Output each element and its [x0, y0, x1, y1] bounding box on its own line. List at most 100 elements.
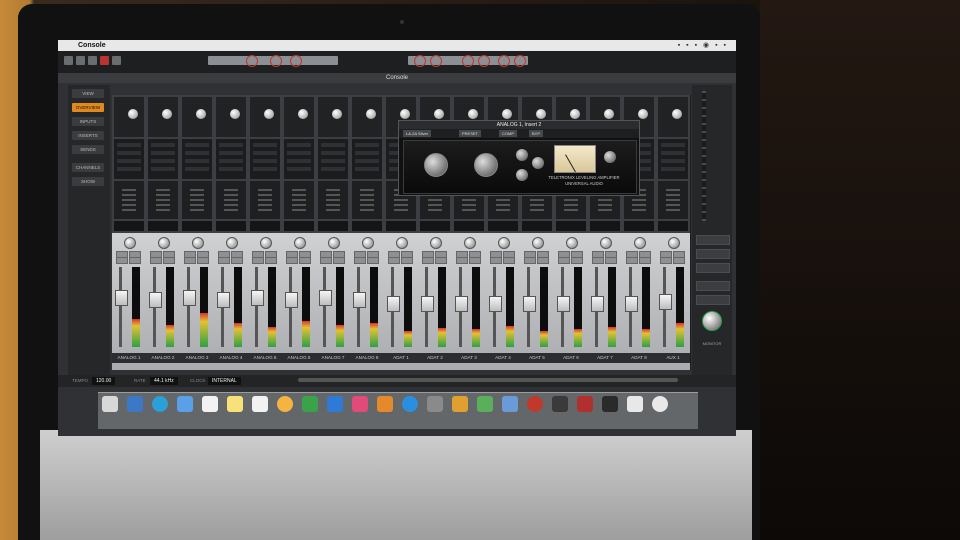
channel-fader[interactable]: [217, 292, 230, 308]
record-icon[interactable]: [478, 55, 490, 67]
channels-button[interactable]: CHANNELS: [72, 163, 104, 172]
monitor-select-button[interactable]: [696, 281, 730, 291]
record-icon[interactable]: [290, 55, 302, 67]
mute-button[interactable]: [696, 263, 730, 273]
record-arm-button[interactable]: [150, 257, 162, 264]
inserts-button[interactable]: INSERTS: [72, 131, 104, 140]
channel-fader[interactable]: [591, 296, 604, 312]
pan-knob[interactable]: [328, 237, 340, 249]
plugin-bypass-button[interactable]: BYP: [529, 130, 544, 137]
record-arm-button[interactable]: [184, 257, 196, 264]
insert-slot[interactable]: [185, 159, 209, 163]
insert-slot[interactable]: [185, 167, 209, 171]
channel-name[interactable]: ANALOG 2: [146, 353, 180, 363]
maps-icon[interactable]: [477, 396, 493, 412]
record-arm-button[interactable]: [558, 257, 570, 264]
toolbar-icon[interactable]: [64, 56, 73, 65]
game-icon[interactable]: [452, 396, 468, 412]
channel-fader[interactable]: [489, 296, 502, 312]
channel-name[interactable]: ANALOG 4: [214, 353, 248, 363]
insert-slot[interactable]: [253, 167, 277, 171]
record-arm-button[interactable]: [286, 257, 298, 264]
preamp-gain-knob[interactable]: [196, 109, 206, 119]
channel-name[interactable]: AUX 1: [656, 353, 690, 363]
insert-slot[interactable]: [355, 151, 379, 155]
insert-slot[interactable]: [117, 151, 141, 155]
rx-icon[interactable]: [577, 396, 593, 412]
link-button[interactable]: [299, 257, 311, 264]
notes-icon[interactable]: [227, 396, 243, 412]
pan-knob[interactable]: [226, 237, 238, 249]
insert-slot[interactable]: [151, 167, 175, 171]
overview-button[interactable]: OVERVIEW: [72, 103, 104, 112]
insert-slot[interactable]: [253, 151, 277, 155]
insert-slot[interactable]: [355, 143, 379, 147]
link-button[interactable]: [197, 257, 209, 264]
preamp-gain-knob[interactable]: [366, 109, 376, 119]
insert-slot[interactable]: [355, 167, 379, 171]
toolbar-icon[interactable]: [88, 56, 97, 65]
app-store-icon[interactable]: [402, 396, 418, 412]
pan-knob[interactable]: [396, 237, 408, 249]
record-icon[interactable]: [430, 55, 442, 67]
preamp-gain-knob[interactable]: [638, 109, 648, 119]
channel-name[interactable]: ANALOG 8: [350, 353, 384, 363]
itunes-icon[interactable]: [352, 396, 368, 412]
record-arm-button[interactable]: [524, 257, 536, 264]
preamp-gain-knob[interactable]: [502, 109, 512, 119]
record-icon[interactable]: [498, 55, 510, 67]
send-controls[interactable]: [156, 189, 170, 211]
preamp-gain-knob[interactable]: [434, 109, 444, 119]
record-arm-button[interactable]: [660, 257, 672, 264]
send-controls[interactable]: [666, 189, 680, 211]
record-arm-button[interactable]: [116, 257, 128, 264]
record-arm-button[interactable]: [490, 257, 502, 264]
pan-knob[interactable]: [600, 237, 612, 249]
calendar-icon[interactable]: [202, 396, 218, 412]
channel-fader[interactable]: [353, 292, 366, 308]
channel-fader[interactable]: [625, 296, 638, 312]
channel-name[interactable]: ANALOG 1: [112, 353, 146, 363]
insert-slot[interactable]: [321, 151, 345, 155]
record-arm-button[interactable]: [626, 257, 638, 264]
insert-slot[interactable]: [661, 167, 685, 171]
record-arm-button[interactable]: [456, 257, 468, 264]
channel-fader[interactable]: [421, 296, 434, 312]
link-button[interactable]: [673, 257, 685, 264]
insert-slot[interactable]: [219, 143, 243, 147]
pan-knob[interactable]: [158, 237, 170, 249]
ratio-knob[interactable]: [532, 157, 544, 169]
channel-name[interactable]: ADAT 4: [486, 353, 520, 363]
channel-fader[interactable]: [523, 296, 536, 312]
preamp-gain-knob[interactable]: [230, 109, 240, 119]
channel-fader[interactable]: [557, 296, 570, 312]
channel-name[interactable]: ADAT 1: [384, 353, 418, 363]
link-button[interactable]: [129, 257, 141, 264]
pan-knob[interactable]: [634, 237, 646, 249]
channel-fader[interactable]: [319, 290, 332, 307]
insert-slot[interactable]: [287, 151, 311, 155]
link-button[interactable]: [605, 257, 617, 264]
record-arm-button[interactable]: [354, 257, 366, 264]
insert-slot[interactable]: [321, 143, 345, 147]
record-arm-button[interactable]: [252, 257, 264, 264]
cue-button[interactable]: [696, 235, 730, 245]
insert-slot[interactable]: [151, 159, 175, 163]
channel-fader[interactable]: [659, 293, 672, 310]
record-arm-button[interactable]: [388, 257, 400, 264]
tempo-value[interactable]: 120.00: [92, 377, 116, 385]
record-icon[interactable]: [270, 55, 282, 67]
record-icon[interactable]: [462, 55, 474, 67]
insert-slot[interactable]: [151, 143, 175, 147]
link-button[interactable]: [469, 257, 481, 264]
preview-icon[interactable]: [502, 396, 518, 412]
send-controls[interactable]: [190, 189, 204, 211]
record-arm-button[interactable]: [320, 257, 332, 264]
link-button[interactable]: [367, 257, 379, 264]
insert-slot[interactable]: [151, 151, 175, 155]
send-controls[interactable]: [258, 189, 272, 211]
system-preferences-icon[interactable]: [427, 396, 443, 412]
record-toolbar-icon[interactable]: [100, 56, 109, 65]
pan-knob[interactable]: [192, 237, 204, 249]
pan-knob[interactable]: [430, 237, 442, 249]
